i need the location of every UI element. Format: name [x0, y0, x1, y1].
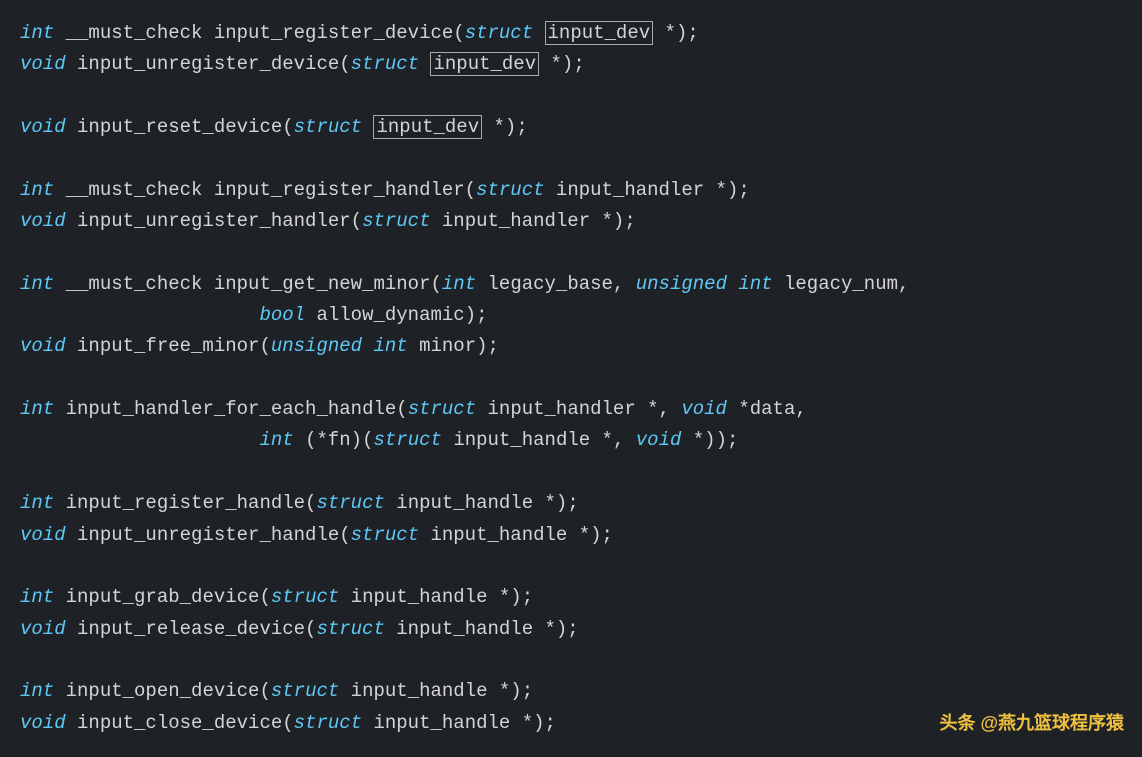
code-line-empty-3: [20, 237, 1122, 268]
code-block: int __must_check input_register_device(s…: [0, 0, 1142, 757]
code-line-6: int __must_check input_get_new_minor(int…: [20, 269, 1122, 300]
code-line-7: bool allow_dynamic);: [20, 300, 1122, 331]
code-line-empty-7: [20, 645, 1122, 676]
code-line-12: void input_unregister_handle(struct inpu…: [20, 520, 1122, 551]
code-line-empty-4: [20, 363, 1122, 394]
code-line-3: void input_reset_device(struct input_dev…: [20, 112, 1122, 143]
watermark: 头条 @燕九篮球程序猿: [939, 709, 1124, 735]
code-line-1: int __must_check input_register_device(s…: [20, 18, 1122, 49]
code-line-14: void input_release_device(struct input_h…: [20, 614, 1122, 645]
code-line-15: int input_open_device(struct input_handl…: [20, 676, 1122, 707]
code-line-13: int input_grab_device(struct input_handl…: [20, 582, 1122, 613]
code-line-empty-6: [20, 551, 1122, 582]
code-line-11: int input_register_handle(struct input_h…: [20, 488, 1122, 519]
code-line-empty-1: [20, 81, 1122, 112]
code-line-10: int (*fn)(struct input_handle *, void *)…: [20, 425, 1122, 456]
code-line-empty-5: [20, 457, 1122, 488]
code-line-empty-2: [20, 143, 1122, 174]
code-line-5: void input_unregister_handler(struct inp…: [20, 206, 1122, 237]
code-line-4: int __must_check input_register_handler(…: [20, 175, 1122, 206]
code-line-8: void input_free_minor(unsigned int minor…: [20, 331, 1122, 362]
code-line-2: void input_unregister_device(struct inpu…: [20, 49, 1122, 80]
code-line-9: int input_handler_for_each_handle(struct…: [20, 394, 1122, 425]
